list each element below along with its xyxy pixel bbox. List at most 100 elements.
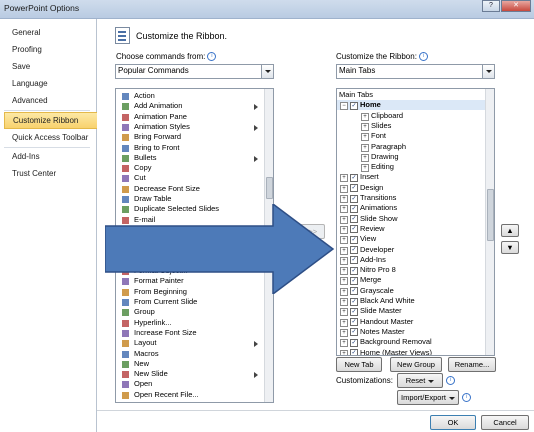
- list-item[interactable]: Group: [118, 307, 258, 318]
- choose-commands-dropdown[interactable]: Popular Commands: [115, 64, 274, 79]
- tab-checkbox[interactable]: ✓: [350, 276, 358, 285]
- list-item[interactable]: Hyperlink...: [118, 318, 258, 329]
- tab-checkbox[interactable]: ✓: [350, 338, 358, 347]
- import-export-button[interactable]: Import/Export: [397, 390, 459, 405]
- expand-icon[interactable]: +: [340, 195, 348, 203]
- rename-button[interactable]: Rename...: [448, 357, 496, 372]
- scrollbar-thumb[interactable]: [266, 177, 273, 199]
- expand-icon[interactable]: +: [340, 318, 348, 327]
- sidebar-item-customize-ribbon[interactable]: Customize Ribbon: [4, 112, 98, 129]
- expand-icon[interactable]: +: [361, 164, 369, 173]
- tree-item-tab[interactable]: + ✓ Design: [337, 183, 485, 193]
- tree-group-item[interactable]: + Font: [337, 131, 485, 142]
- tree-item-tab[interactable]: + ✓ Slide Master: [337, 306, 485, 317]
- list-item[interactable]: Bullets: [118, 153, 258, 164]
- tab-checkbox[interactable]: ✓: [350, 215, 358, 224]
- list-item[interactable]: Copy: [118, 163, 258, 174]
- tree-item-tab[interactable]: + ✓ Review: [337, 224, 485, 234]
- tree-item-tab[interactable]: + ✓ Home (Master Views): [337, 348, 485, 355]
- list-item[interactable]: Animation Styles: [118, 122, 258, 133]
- tree-group-item[interactable]: + Clipboard: [337, 111, 485, 121]
- chevron-down-icon[interactable]: [482, 65, 494, 78]
- tree-group-item[interactable]: + Slides: [337, 121, 485, 131]
- tab-checkbox[interactable]: ✓: [350, 349, 358, 355]
- tab-checkbox[interactable]: ✓: [350, 184, 358, 193]
- sidebar-item-save[interactable]: Save: [4, 59, 96, 74]
- chevron-down-icon[interactable]: [261, 65, 273, 78]
- tree-item-tab[interactable]: + ✓ Background Removal: [337, 337, 485, 348]
- tree-item-tab[interactable]: + ✓ Animations: [337, 203, 485, 214]
- list-item[interactable]: Bring to Front: [118, 143, 258, 154]
- ok-button[interactable]: OK: [430, 415, 476, 430]
- tab-checkbox[interactable]: ✓: [350, 225, 358, 234]
- tab-checkbox[interactable]: ✓: [350, 287, 358, 296]
- tree-item-tab[interactable]: + ✓ Grayscale: [337, 286, 485, 296]
- cancel-button[interactable]: Cancel: [481, 415, 529, 430]
- tab-checkbox[interactable]: ✓: [350, 307, 358, 316]
- move-down-button[interactable]: ▼: [501, 241, 519, 254]
- list-item[interactable]: Animation Pane: [118, 112, 258, 123]
- tree-group-item[interactable]: + Drawing: [337, 152, 485, 162]
- tree-item-tab[interactable]: + ✓ Notes Master: [337, 327, 485, 337]
- tab-checkbox[interactable]: ✓: [350, 328, 358, 337]
- reset-button[interactable]: Reset: [397, 373, 443, 388]
- tab-checkbox[interactable]: ✓: [350, 235, 358, 244]
- tree-item-tab[interactable]: + ✓ Merge: [337, 275, 485, 286]
- sidebar-item-quick-access-toolbar[interactable]: Quick Access Toolbar: [4, 130, 96, 145]
- sidebar-item-advanced[interactable]: Advanced: [4, 93, 96, 108]
- tab-checkbox[interactable]: ✓: [350, 318, 358, 327]
- list-item[interactable]: Increase Font Size: [118, 328, 258, 339]
- list-item[interactable]: Open Recent File...: [118, 390, 258, 401]
- collapse-icon[interactable]: −: [340, 102, 348, 111]
- tree-item-home[interactable]: − ✓ Home: [337, 100, 485, 111]
- list-item[interactable]: Decrease Font Size: [118, 184, 258, 195]
- tab-checkbox[interactable]: ✓: [350, 204, 358, 213]
- tab-checkbox[interactable]: ✓: [350, 256, 358, 265]
- tree-item-tab[interactable]: + ✓ Add-Ins: [337, 255, 485, 265]
- tab-checkbox[interactable]: ✓: [350, 266, 358, 275]
- tree-item-tab[interactable]: + ✓ Black And White: [337, 296, 485, 306]
- sidebar-item-proofing[interactable]: Proofing: [4, 42, 96, 57]
- new-group-button[interactable]: New Group: [390, 357, 442, 372]
- list-item[interactable]: Bring Forward: [118, 132, 258, 143]
- expand-icon[interactable]: +: [361, 133, 369, 142]
- tab-checkbox[interactable]: ✓: [350, 173, 358, 182]
- tree-item-tab[interactable]: + ✓ Slide Show: [337, 214, 485, 224]
- list-item[interactable]: Open: [118, 379, 258, 390]
- tree-group-item[interactable]: + Paragraph: [337, 142, 485, 152]
- expand-icon[interactable]: +: [340, 174, 348, 183]
- tree-group-item[interactable]: + Editing: [337, 162, 485, 173]
- sidebar-item-add-ins[interactable]: Add-Ins: [4, 149, 96, 164]
- list-item[interactable]: New: [118, 359, 258, 370]
- new-tab-button[interactable]: New Tab: [336, 357, 382, 372]
- help-button[interactable]: ?: [482, 0, 500, 12]
- tree-item-tab[interactable]: + ✓ Insert: [337, 172, 485, 183]
- list-item[interactable]: From Current Slide: [118, 297, 258, 308]
- expand-icon[interactable]: +: [361, 112, 369, 121]
- tree-item-tab[interactable]: + ✓ Developer: [337, 245, 485, 255]
- tab-checkbox[interactable]: ✓: [350, 194, 358, 203]
- list-item[interactable]: Draw Table: [118, 194, 258, 205]
- list-item[interactable]: Layout: [118, 338, 258, 349]
- tab-checkbox[interactable]: ✓: [350, 246, 358, 254]
- list-item[interactable]: Cut: [118, 173, 258, 184]
- tree-item-tab[interactable]: + ✓ Handout Master: [337, 317, 485, 327]
- tree-scrollbar[interactable]: [485, 89, 494, 355]
- expand-icon[interactable]: +: [361, 122, 369, 131]
- close-button[interactable]: ✕: [501, 0, 531, 12]
- sidebar-item-general[interactable]: General: [4, 25, 96, 40]
- expand-icon[interactable]: +: [340, 308, 348, 317]
- expand-icon[interactable]: +: [340, 349, 348, 355]
- list-item[interactable]: New Slide: [118, 369, 258, 380]
- tree-item-tab[interactable]: + ✓ Transitions: [337, 193, 485, 203]
- list-item[interactable]: Add Animation: [118, 101, 258, 112]
- tree-item-tab[interactable]: + ✓ Nitro Pro 8: [337, 265, 485, 276]
- expand-icon[interactable]: +: [361, 153, 369, 162]
- move-up-button[interactable]: ▲: [501, 224, 519, 237]
- tree-item-tab[interactable]: + ✓ View: [337, 234, 485, 245]
- list-item[interactable]: Macros: [118, 349, 258, 360]
- expand-icon[interactable]: +: [340, 339, 348, 348]
- expand-icon[interactable]: +: [340, 328, 348, 337]
- ribbon-tabs-tree[interactable]: Main Tabs − ✓ Home + Clipboard + Slides + Font + Pa…: [336, 88, 495, 356]
- sidebar-item-language[interactable]: Language: [4, 76, 96, 91]
